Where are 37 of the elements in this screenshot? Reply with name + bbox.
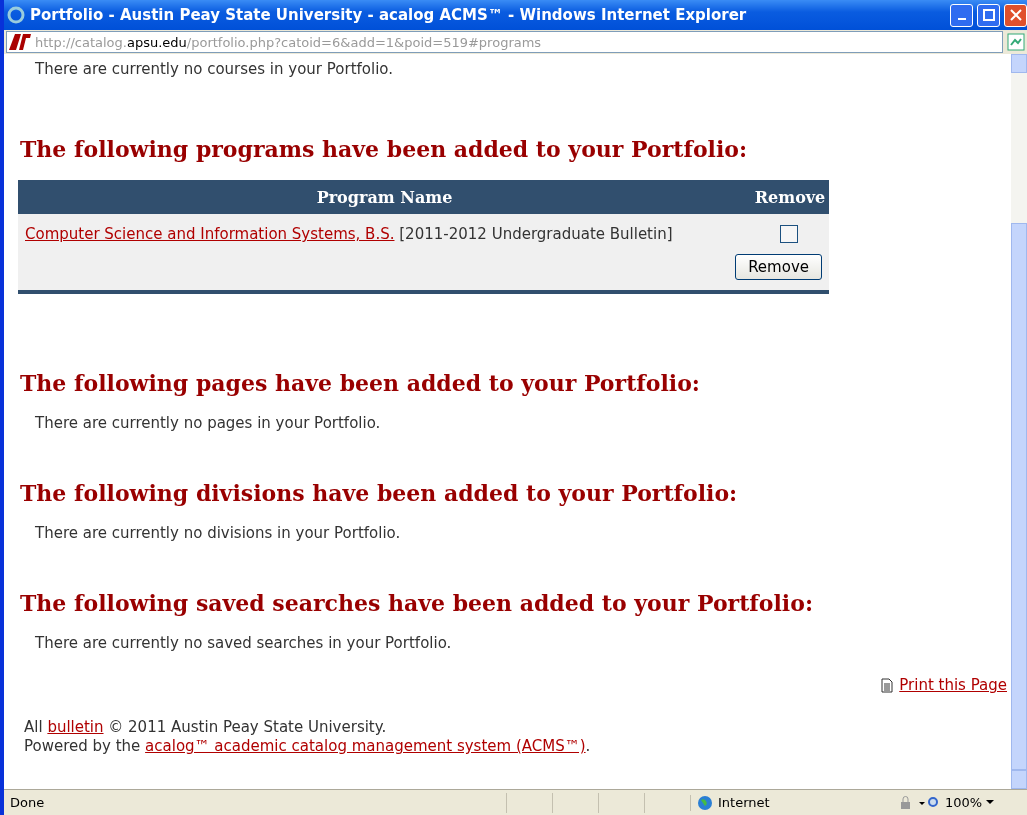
address-field[interactable]: http://catalog.apsu.edu/portfolio.php?catoid=6&add=1&poid=519#programs	[6, 31, 1003, 53]
table-cell-text: Computer Science and Information Systems, B.S. [2011-2012 Undergraduate Bulletin]	[25, 225, 674, 243]
maximize-button[interactable]	[977, 3, 1000, 27]
footer-text: All bulletin © 2011 Austin Peay State University.	[24, 718, 388, 737]
section-heading: The following programs have been added to your Portfolio:	[20, 136, 749, 162]
site-logo-icon	[9, 34, 31, 50]
column-header: Program Name	[315, 187, 454, 207]
minimize-icon	[957, 18, 966, 20]
dropdown-arrow-icon[interactable]	[986, 800, 995, 805]
section-heading: The following divisions have been added to your Portfolio:	[20, 480, 739, 506]
empty-message: There are currently no pages in your Portfolio.	[35, 414, 382, 432]
window-title: Portfolio - Austin Peay State University - acalog ACMS™ - Windows Internet Explorer	[30, 6, 748, 24]
status-text: Done	[9, 795, 46, 810]
zoom-level[interactable]: 100%	[945, 795, 983, 810]
empty-message: There are currently no saved searches in your Portfolio.	[35, 634, 453, 652]
section-heading: The following pages have been added to your Portfolio:	[20, 370, 701, 396]
empty-message: There are currently no divisions in your Portfolio.	[35, 524, 402, 542]
zone-text: Internet	[718, 795, 770, 810]
document-icon	[881, 677, 894, 693]
remove-button[interactable]: Remove	[735, 254, 822, 280]
close-button[interactable]	[1004, 3, 1027, 27]
browser-logo-icon	[6, 5, 26, 25]
footer-link[interactable]: acalog™ academic catalog management system (ACMS™)	[145, 737, 586, 755]
print-link[interactable]: Print this Page	[899, 676, 1007, 694]
footer-link[interactable]: bulletin	[47, 718, 104, 736]
scrollbar[interactable]	[1011, 54, 1027, 789]
close-icon	[1009, 9, 1022, 21]
program-link[interactable]: Computer Science and Information Systems, B.S.	[25, 225, 395, 243]
empty-message: There are currently no courses in your Portfolio.	[35, 60, 394, 78]
footer-text: Powered by the acalog™ academic catalog management system (ACMS™).	[24, 737, 592, 756]
magnifier-icon[interactable]	[927, 795, 941, 810]
maximize-icon	[982, 9, 995, 21]
column-header: Remove	[753, 187, 827, 207]
section-heading: The following saved searches have been added to your Portfolio:	[20, 590, 814, 616]
remove-checkbox[interactable]	[780, 225, 798, 243]
globe-icon	[697, 794, 713, 811]
minimize-button[interactable]	[950, 3, 973, 27]
